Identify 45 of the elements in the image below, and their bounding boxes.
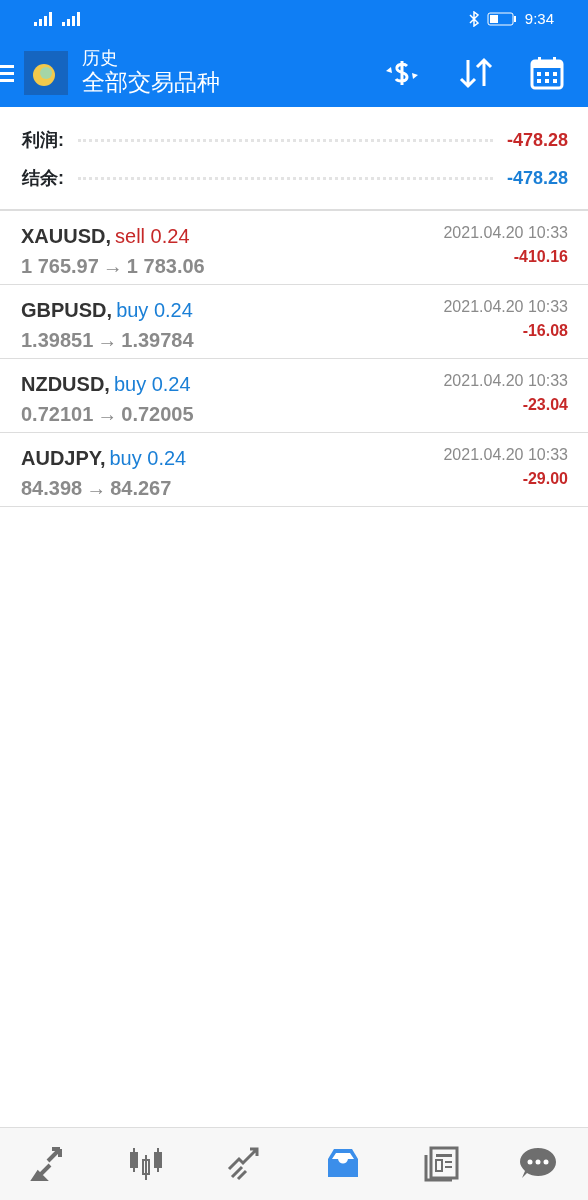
- status-time: 9:34: [524, 8, 554, 29]
- menu-button[interactable]: [0, 62, 14, 83]
- trade-side: buy 0.24: [113, 372, 191, 397]
- menu-icon: [0, 62, 14, 83]
- trade-side: buy 0.24: [116, 298, 193, 323]
- screen-subtitle: 全部交易品种: [82, 68, 220, 97]
- newspaper-icon: [422, 1145, 460, 1183]
- trade-profit: -16.08: [521, 321, 568, 341]
- arrow-text: →: [86, 476, 107, 501]
- trade-side: sell 0.24: [115, 224, 190, 249]
- arrow-text: →: [97, 402, 118, 427]
- summary-label: 利润:: [22, 128, 64, 152]
- trade-symbol: GBPUSD,: [21, 298, 113, 323]
- trade-profit: -29.00: [521, 469, 568, 489]
- trade-time: 2021.04.20 10:33: [443, 371, 568, 391]
- open-price: 84.398: [21, 476, 83, 501]
- trade-time: 2021.04.20 10:33: [443, 297, 568, 317]
- trade-symbol: NZDUSD,: [21, 372, 110, 397]
- trade-time: 2021.04.20 10:33: [443, 223, 568, 243]
- arrow-text: →: [102, 254, 123, 279]
- trade-profit: -410.16: [512, 247, 568, 267]
- arrow-text: →: [97, 328, 118, 353]
- trade-profit: -23.04: [521, 395, 568, 415]
- signal-icon: [62, 12, 82, 26]
- close-price: 84.267: [110, 476, 172, 501]
- signal-icon: [34, 12, 54, 26]
- trade-time: 2021.04.20 10:33: [443, 445, 568, 465]
- bluetooth-icon: [468, 11, 479, 27]
- summary-label: 结余:: [22, 166, 64, 190]
- app-logo-icon: [24, 50, 68, 95]
- screen-title: 历史: [82, 48, 119, 69]
- open-price: 1 765.97: [21, 254, 99, 279]
- summary-value: -478.28: [506, 166, 568, 190]
- trade-side: buy 0.24: [109, 446, 187, 471]
- close-price: 1 783.06: [126, 254, 205, 279]
- open-price: 1.39851: [21, 328, 94, 353]
- calendar-icon: [530, 55, 564, 90]
- battery-icon: [486, 12, 517, 26]
- sort-arrows-icon: [458, 56, 494, 89]
- trade-symbol: XAUUSD,: [21, 224, 111, 249]
- close-price: 1.39784: [121, 328, 194, 353]
- open-price: 0.72101: [21, 402, 94, 427]
- trade-symbol: AUDJPY,: [21, 446, 106, 471]
- close-price: 0.72005: [121, 402, 194, 427]
- summary-value: -478.28: [506, 128, 568, 152]
